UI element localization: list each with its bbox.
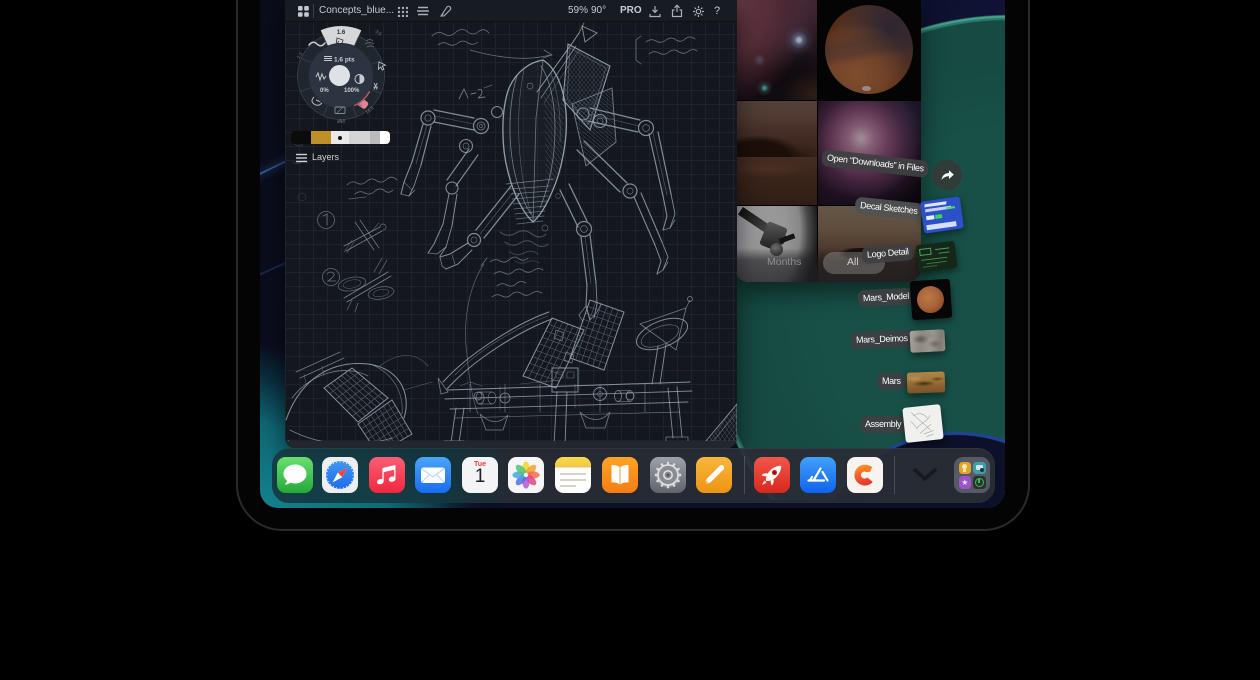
svg-text:3.5: 3.5 (374, 29, 382, 37)
svg-text:0%: 0% (320, 88, 329, 94)
svg-text:1.6 pts: 1.6 pts (334, 57, 355, 64)
svg-text:100%: 100% (344, 88, 360, 94)
svg-text:1.6: 1.6 (337, 30, 346, 36)
svg-text:5:3: 5:3 (337, 119, 343, 124)
